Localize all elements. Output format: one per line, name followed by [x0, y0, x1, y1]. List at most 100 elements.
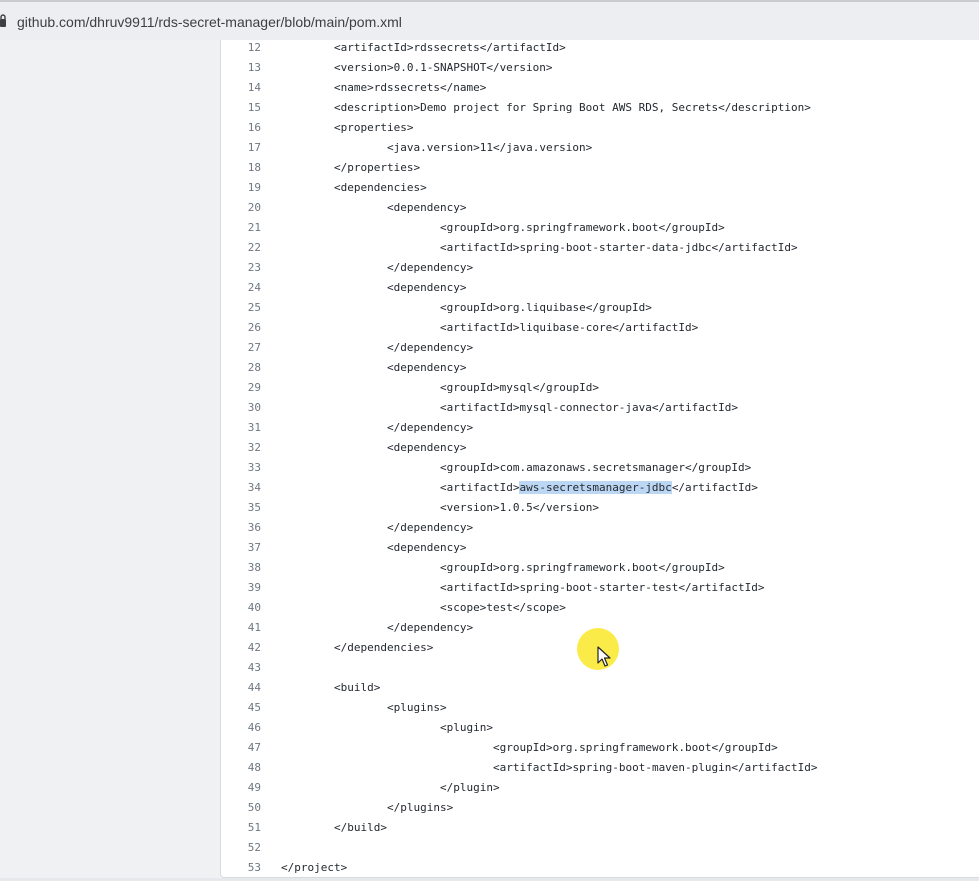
code-line: 20 <dependency>: [221, 198, 979, 218]
line-number[interactable]: 50: [221, 798, 261, 818]
code-line: 26 <artifactId>liquibase-core</artifactId…: [221, 318, 979, 338]
line-number[interactable]: 26: [221, 318, 261, 338]
line-number[interactable]: 29: [221, 378, 261, 398]
line-number[interactable]: 27: [221, 338, 261, 358]
line-number[interactable]: 49: [221, 778, 261, 798]
line-number[interactable]: 53: [221, 858, 261, 877]
code-text: <scope>test</scope>: [440, 601, 566, 614]
line-number[interactable]: 36: [221, 518, 261, 538]
line-number[interactable]: 46: [221, 718, 261, 738]
code-text: <groupId>org.liquibase</groupId>: [440, 301, 652, 314]
line-number[interactable]: 52: [221, 838, 261, 858]
line-number[interactable]: 39: [221, 578, 261, 598]
line-number[interactable]: 13: [221, 58, 261, 78]
line-number[interactable]: 25: [221, 298, 261, 318]
code-line: 33 <groupId>com.amazonaws.secretsmanager<…: [221, 458, 979, 478]
line-number[interactable]: 19: [221, 178, 261, 198]
code-line: 24 <dependency>: [221, 278, 979, 298]
code-line: 12 <artifactId>rdssecrets</artifactId>: [221, 40, 979, 58]
left-margin: [0, 40, 220, 881]
code-text: <groupId>com.amazonaws.secretsmanager</g…: [440, 461, 752, 474]
code-line: 23 </dependency>: [221, 258, 979, 278]
line-number[interactable]: 30: [221, 398, 261, 418]
line-number[interactable]: 33: [221, 458, 261, 478]
lock-icon[interactable]: [0, 14, 6, 28]
code-line: 22 <artifactId>spring-boot-starter-data-j…: [221, 238, 979, 258]
code-line: 34 <artifactId>aws-secretsmanager-jdbc</a…: [221, 478, 979, 498]
code-line: 13 <version>0.0.1-SNAPSHOT</version>: [221, 58, 979, 78]
line-number[interactable]: 41: [221, 618, 261, 638]
line-number[interactable]: 45: [221, 698, 261, 718]
line-number[interactable]: 28: [221, 358, 261, 378]
line-number[interactable]: 48: [221, 758, 261, 778]
line-number[interactable]: 43: [221, 658, 261, 678]
code-line: 40 <scope>test</scope>: [221, 598, 979, 618]
code-text: </dependencies>: [334, 641, 434, 654]
line-number[interactable]: 16: [221, 118, 261, 138]
code-line: 38 <groupId>org.springframework.boot</gro…: [221, 558, 979, 578]
line-number[interactable]: 35: [221, 498, 261, 518]
code-line: 47 <groupId>org.springframework.boot</gro…: [221, 738, 979, 758]
code-line: 25 <groupId>org.liquibase</groupId>: [221, 298, 979, 318]
line-number[interactable]: 47: [221, 738, 261, 758]
code-line: 19 <dependencies>: [221, 178, 979, 198]
line-number[interactable]: 51: [221, 818, 261, 838]
code-line: 45 <plugins>: [221, 698, 979, 718]
line-number[interactable]: 31: [221, 418, 261, 438]
line-number[interactable]: 17: [221, 138, 261, 158]
code-line: 32 <dependency>: [221, 438, 979, 458]
line-number[interactable]: 18: [221, 158, 261, 178]
code-text: </plugins>: [387, 801, 454, 814]
code-text: <artifactId>rdssecrets</artifactId>: [334, 41, 566, 54]
code-line: 50 </plugins>: [221, 798, 979, 818]
code-line: 44 <build>: [221, 678, 979, 698]
line-number[interactable]: 14: [221, 78, 261, 98]
code-text: </build>: [334, 821, 387, 834]
code-line: 27 </dependency>: [221, 338, 979, 358]
code-text: <plugins>: [387, 701, 447, 714]
code-text: <properties>: [334, 121, 414, 134]
code-text: <artifactId>spring-boot-maven-plugin</ar…: [493, 761, 818, 774]
code-line: 28 <dependency>: [221, 358, 979, 378]
code-text: <artifactId>spring-boot-starter-test</ar…: [440, 581, 765, 594]
line-number[interactable]: 32: [221, 438, 261, 458]
code-line: 46 <plugin>: [221, 718, 979, 738]
code-text: <artifactId>spring-boot-starter-data-jdb…: [440, 241, 798, 254]
url-text[interactable]: github.com/dhruv9911/rds-secret-manager/…: [17, 14, 402, 30]
code-text: <java.version>11</java.version>: [387, 141, 593, 154]
line-number[interactable]: 34: [221, 478, 261, 498]
line-number[interactable]: 38: [221, 558, 261, 578]
line-number[interactable]: 21: [221, 218, 261, 238]
line-number[interactable]: 22: [221, 238, 261, 258]
line-number[interactable]: 12: [221, 40, 261, 58]
code-line: 29 <groupId>mysql</groupId>: [221, 378, 979, 398]
code-line: 30 <artifactId>mysql-connector-java</arti…: [221, 398, 979, 418]
code-text: </project>: [281, 861, 348, 874]
code-text: <dependencies>: [334, 181, 427, 194]
line-number[interactable]: 42: [221, 638, 261, 658]
code-text: <dependency>: [387, 361, 467, 374]
code-line: 31 </dependency>: [221, 418, 979, 438]
code-text: <name>rdssecrets</name>: [334, 81, 487, 94]
line-number[interactable]: 44: [221, 678, 261, 698]
code-line: 21 <groupId>org.springframework.boot</gro…: [221, 218, 979, 238]
code-text: </properties>: [334, 161, 421, 174]
line-number[interactable]: 15: [221, 98, 261, 118]
mouse-cursor-icon: [597, 646, 611, 667]
code-text: <dependency>: [387, 541, 467, 554]
line-number[interactable]: 24: [221, 278, 261, 298]
address-bar[interactable]: github.com/dhruv9911/rds-secret-manager/…: [0, 0, 979, 40]
code-line: 15 <description>Demo project for Spring B…: [221, 98, 979, 118]
line-number[interactable]: 23: [221, 258, 261, 278]
line-number[interactable]: 40: [221, 598, 261, 618]
code-text: <dependency>: [387, 441, 467, 454]
code-line: 37 <dependency>: [221, 538, 979, 558]
code-line: 52: [221, 838, 979, 858]
code-text: </dependency>: [387, 261, 474, 274]
code-line: 51 </build>: [221, 818, 979, 838]
code-text: <artifactId>liquibase-core</artifactId>: [440, 321, 699, 334]
code-text: </dependency>: [387, 521, 474, 534]
line-number[interactable]: 20: [221, 198, 261, 218]
code-line: 49 </plugin>: [221, 778, 979, 798]
line-number[interactable]: 37: [221, 538, 261, 558]
